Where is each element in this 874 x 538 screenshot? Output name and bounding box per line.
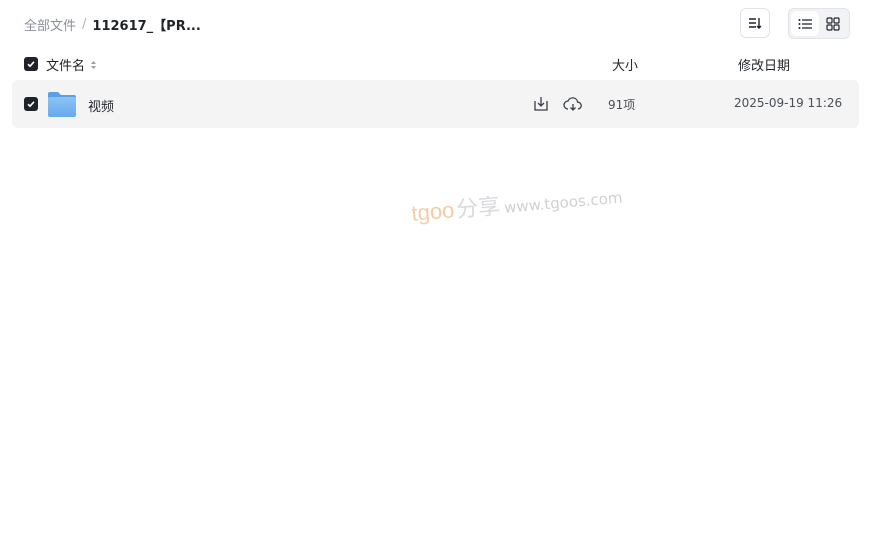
table-header: 文件名 大小 修改日期 <box>0 52 874 76</box>
sort-button[interactable] <box>740 8 770 38</box>
list-view-icon <box>798 18 812 29</box>
select-all-checkbox[interactable] <box>24 57 38 71</box>
cloud-save-icon[interactable] <box>563 95 583 113</box>
table-row[interactable]: 视频 91项 2025-09-19 11:26 <box>12 80 859 128</box>
folder-icon <box>48 92 76 117</box>
watermark: tgoo分享 www.tgoos.com <box>410 178 623 228</box>
download-icon[interactable] <box>532 95 550 113</box>
column-header-name-label: 文件名 <box>46 59 86 74</box>
column-header-modified[interactable]: 修改日期 <box>738 55 790 74</box>
check-icon <box>27 101 35 108</box>
watermark-brand: tgoo <box>410 197 456 226</box>
grid-view-button[interactable] <box>819 11 847 36</box>
file-modified-date: 2025-09-19 11:26 <box>734 96 843 110</box>
file-size: 91项 <box>608 98 636 112</box>
watermark-share: 分享 <box>455 194 502 223</box>
file-browser-page: 全部文件 / 112617_【PR... 文件名 大小 修改日期 视频 91项 … <box>0 0 874 538</box>
list-view-button[interactable] <box>791 11 819 36</box>
file-name[interactable]: 视频 <box>88 96 114 115</box>
sort-caret-icon <box>90 60 97 70</box>
column-header-size[interactable]: 大小 <box>612 55 638 74</box>
sort-lines-icon <box>749 18 762 29</box>
row-checkbox[interactable] <box>24 97 38 111</box>
breadcrumb: 全部文件 / 112617_【PR... <box>24 14 201 34</box>
breadcrumb-current-folder: 112617_【PR... <box>92 18 201 34</box>
breadcrumb-root-link[interactable]: 全部文件 <box>24 15 76 34</box>
grid-view-icon <box>826 16 840 31</box>
breadcrumb-separator: / <box>82 16 87 32</box>
column-header-name[interactable]: 文件名 <box>46 55 97 74</box>
view-toggle <box>788 8 850 39</box>
watermark-url: www.tgoos.com <box>503 188 624 217</box>
check-icon <box>27 61 35 68</box>
